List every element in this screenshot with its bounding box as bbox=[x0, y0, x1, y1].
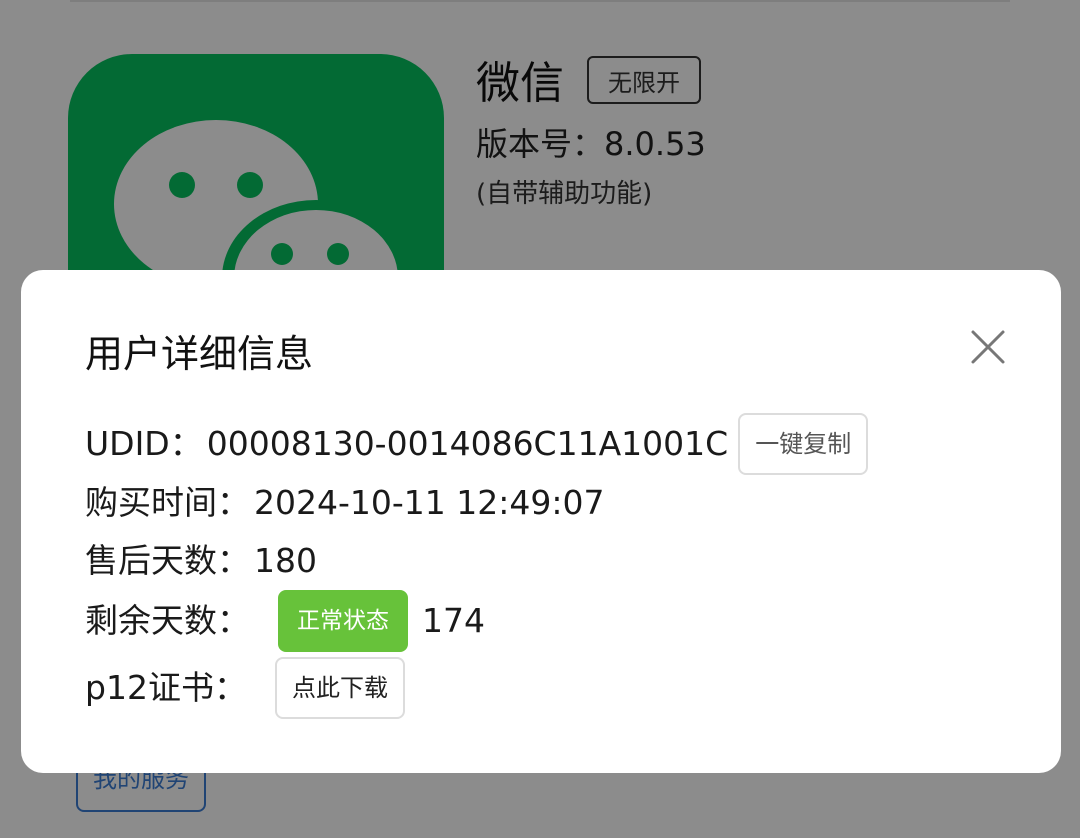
dialog-title: 用户详细信息 bbox=[85, 332, 314, 376]
close-button[interactable] bbox=[965, 324, 1011, 370]
remaining-days-label: 剩余天数： bbox=[85, 601, 250, 640]
udid-label: UDID： bbox=[85, 424, 203, 463]
after-sales-days-value: 180 bbox=[254, 541, 317, 580]
p12-cert-row: p12证书： 点此下载 bbox=[85, 657, 405, 719]
user-detail-dialog: 用户详细信息 UDID： 00008130-0014086C11A1001C 一… bbox=[21, 270, 1061, 773]
download-cert-button[interactable]: 点此下载 bbox=[274, 657, 405, 719]
after-sales-days-label: 售后天数： bbox=[85, 541, 250, 580]
remaining-days-value: 174 bbox=[422, 601, 485, 640]
status-badge: 正常状态 bbox=[278, 590, 408, 652]
after-sales-days-row: 售后天数： 180 bbox=[85, 538, 317, 584]
purchase-time-label: 购买时间： bbox=[85, 483, 250, 522]
purchase-time-value: 2024-10-11 12:49:07 bbox=[254, 483, 605, 522]
copy-udid-button[interactable]: 一键复制 bbox=[738, 413, 869, 475]
udid-row: UDID： 00008130-0014086C11A1001C 一键复制 bbox=[85, 413, 869, 475]
udid-value: 00008130-0014086C11A1001C bbox=[206, 424, 729, 463]
p12-cert-label: p12证书： bbox=[85, 668, 247, 707]
close-icon bbox=[971, 330, 1005, 364]
remaining-days-row: 剩余天数： 正常状态 174 bbox=[85, 590, 485, 652]
purchase-time-row: 购买时间： 2024-10-11 12:49:07 bbox=[85, 480, 604, 526]
